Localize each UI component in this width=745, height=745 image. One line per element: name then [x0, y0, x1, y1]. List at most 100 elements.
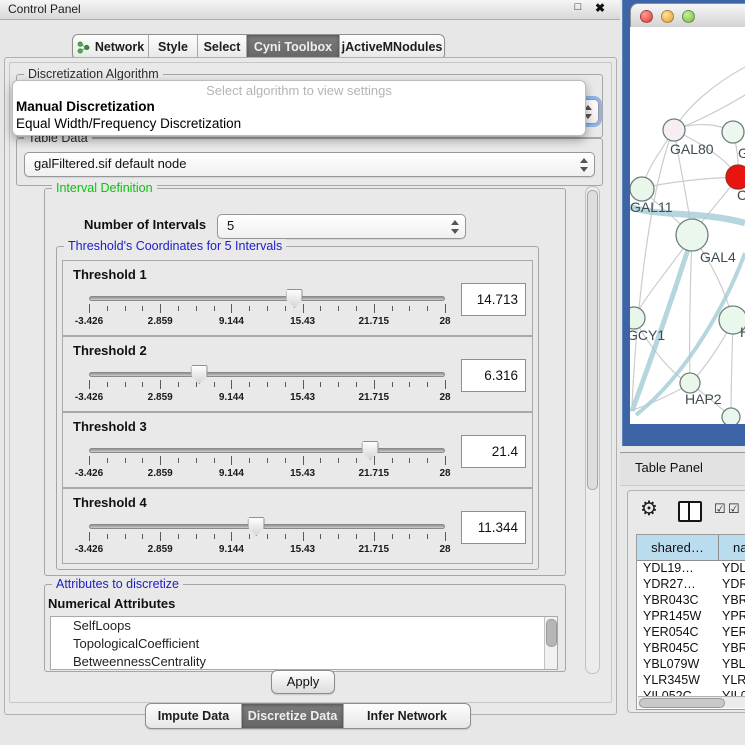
node-label: GA [738, 145, 745, 161]
slider-tick [445, 380, 446, 389]
slider-tick-label: 15.43 [290, 392, 315, 403]
attributes-scrollbar[interactable] [544, 617, 557, 669]
number-of-intervals-combobox[interactable]: 5 [217, 214, 466, 239]
slider-tick-label: 28 [439, 468, 450, 479]
slider-tick [303, 532, 304, 541]
attribute-item[interactable]: SelfLoops [51, 617, 557, 635]
tab-infer-network[interactable]: Infer Network [343, 704, 470, 728]
node-label: HAP2 [685, 391, 722, 407]
slider-tick [356, 382, 357, 387]
slider-tick-labels: -3.4262.8599.14415.4321.71528 [89, 392, 445, 404]
combo-value: 5 [227, 218, 234, 233]
threshold-1-slider[interactable]: -3.4262.8599.14415.4321.71528 [89, 289, 445, 333]
popup-option-equal-width-frequency[interactable]: Equal Width/Frequency Discretization [16, 116, 241, 131]
threshold-1-box: Threshold 1 -3.4262.8599.14415.4321.7152… [62, 260, 533, 336]
control-panel: Control Panel □ ✖ Network Style Select C… [0, 0, 620, 745]
tab-style[interactable]: Style [148, 35, 197, 59]
network-node[interactable] [630, 177, 654, 201]
threshold-2-slider[interactable]: -3.4262.8599.14415.4321.71528 [89, 365, 445, 409]
slider-tick [196, 382, 197, 387]
tab-impute-data[interactable]: Impute Data [146, 704, 241, 728]
close-icon[interactable]: ✖ [592, 1, 608, 17]
table-row[interactable]: YPR145WYPR1 [637, 609, 745, 625]
slider-tick [356, 306, 357, 311]
screen: Control Panel □ ✖ Network Style Select C… [0, 0, 745, 745]
checkbox-icon[interactable]: ☑ [714, 501, 726, 517]
column-header-name[interactable]: na [719, 535, 745, 561]
slider-tick [356, 534, 357, 539]
attribute-item[interactable]: BetweennessCentrality [51, 653, 557, 670]
threshold-3-box: Threshold 3 -3.4262.8599.14415.4321.7152… [62, 412, 533, 488]
slider-tick-label: 15.43 [290, 316, 315, 327]
network-node[interactable] [630, 307, 645, 329]
tab-label: Cyni Toolbox [254, 40, 332, 54]
node-label: H [740, 324, 745, 340]
network-window-titlebar[interactable] [630, 3, 745, 29]
tab-discretize-data[interactable]: Discretize Data [241, 704, 343, 728]
table-data-combobox[interactable]: galFiltered.sif default node [24, 152, 595, 177]
slider-track[interactable] [89, 524, 445, 529]
node-label: GAL80 [670, 141, 714, 157]
scrollbar-thumb[interactable] [587, 190, 598, 490]
network-view-window: GAL80 GA GAL11 C GAL4 GCY1 H HAP2 [622, 0, 745, 446]
table-cell: YER0 [718, 625, 745, 641]
network-node-selected[interactable] [726, 165, 745, 189]
table-row[interactable]: YBL079WYBL0 [637, 657, 745, 673]
slider-tick [107, 306, 108, 311]
threshold-label: Threshold 4 [73, 495, 147, 510]
threshold-value-field[interactable]: 14.713 [461, 283, 526, 316]
table-cell: YPR145W [637, 609, 718, 625]
table-cell: YBR043C [637, 593, 718, 609]
gear-icon[interactable]: ⚙ [640, 496, 658, 522]
table-row[interactable]: YBR045CYBR0 [637, 641, 745, 657]
popup-option-manual-discretization[interactable]: Manual Discretization [16, 99, 155, 114]
table-row[interactable]: YDR27…YDR2 [637, 577, 745, 593]
table-row[interactable]: YBR043CYBR0 [637, 593, 745, 609]
table-row[interactable]: YDL19…YDL1 [637, 561, 745, 577]
slider-tick [142, 306, 143, 311]
network-node[interactable] [722, 121, 744, 143]
panel-scrollbar[interactable] [585, 186, 600, 674]
mac-close-button[interactable] [640, 10, 653, 23]
slider-track[interactable] [89, 448, 445, 453]
slider-ticks [89, 380, 445, 391]
columns-icon[interactable] [678, 501, 702, 522]
network-node[interactable] [722, 408, 740, 424]
threshold-4-slider[interactable]: -3.4262.8599.14415.4321.71528 [89, 517, 445, 561]
scrollbar-thumb[interactable] [639, 698, 725, 708]
slider-tick-label: 9.144 [219, 316, 244, 327]
numerical-attributes-list[interactable]: SelfLoopsTopologicalCoefficientBetweenne… [50, 616, 558, 670]
network-node[interactable] [680, 373, 700, 393]
tab-jactivemnodules[interactable]: jActiveMNodules [339, 35, 444, 59]
slider-track[interactable] [89, 372, 445, 377]
slider-tick-label: -3.426 [75, 544, 103, 555]
slider-tick [338, 306, 339, 311]
tab-select[interactable]: Select [197, 35, 246, 59]
threshold-value-field[interactable]: 21.4 [461, 435, 526, 468]
checkbox-icon[interactable]: ☑ [728, 501, 740, 517]
float-window-icon[interactable]: □ [570, 1, 586, 17]
network-node[interactable] [663, 119, 685, 141]
scrollbar-thumb[interactable] [546, 619, 557, 647]
tab-network[interactable]: Network [73, 35, 148, 59]
slider-tick [374, 456, 375, 465]
slider-track[interactable] [89, 296, 445, 301]
mac-minimize-button[interactable] [661, 10, 674, 23]
slider-tick [231, 456, 232, 465]
slider-tick [160, 532, 161, 541]
threshold-3-slider[interactable]: -3.4262.8599.14415.4321.71528 [89, 441, 445, 485]
threshold-value-field[interactable]: 11.344 [461, 511, 526, 544]
table-hscrollbar[interactable] [638, 696, 745, 708]
mac-zoom-button[interactable] [682, 10, 695, 23]
table-row[interactable]: YER054CYER0 [637, 625, 745, 641]
apply-button[interactable]: Apply [271, 670, 335, 694]
table-row[interactable]: YLR345WYLR3 [637, 673, 745, 689]
attribute-item[interactable]: TopologicalCoefficient [51, 635, 557, 653]
slider-tick [178, 382, 179, 387]
column-header-shared-name[interactable]: shared… [637, 535, 719, 561]
tab-cyni-toolbox[interactable]: Cyni Toolbox [246, 35, 339, 59]
threshold-value-field[interactable]: 6.316 [461, 359, 526, 392]
slider-tick [427, 534, 428, 539]
network-canvas[interactable]: GAL80 GA GAL11 C GAL4 GCY1 H HAP2 [630, 27, 745, 424]
network-node[interactable] [676, 219, 708, 251]
